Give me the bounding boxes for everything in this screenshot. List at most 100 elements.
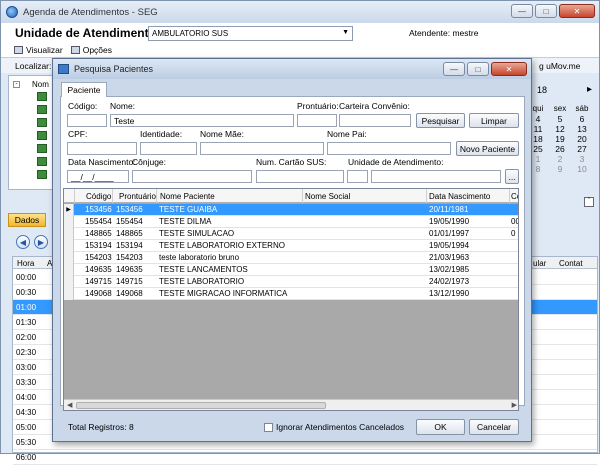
identidade-input[interactable] [140, 142, 197, 155]
dialog-minimize-button[interactable]: — [443, 62, 465, 76]
col-prontuario[interactable]: Prontuário [113, 189, 157, 203]
table-row[interactable]: 154203 154203 teste laboratorio bruno 21/03… [64, 252, 518, 264]
cell-prontuario: 149715 [116, 277, 143, 286]
table-row[interactable]: 149715 149715 TESTE LABORATORIO 24/02/1973 [64, 276, 518, 288]
scroll-thumb[interactable] [76, 402, 326, 409]
minimize-button[interactable]: — [511, 4, 533, 18]
schedule-row[interactable]: 06:00 [13, 450, 597, 465]
col-cod[interactable]: Cód [510, 189, 518, 203]
close-button[interactable]: ✕ [559, 4, 595, 18]
cell-codigo: 153456 [85, 205, 112, 214]
calendar-month: 18 [537, 85, 548, 95]
cell-prontuario: 153194 [116, 241, 143, 250]
conjuge-input[interactable] [132, 170, 252, 183]
calendar-day[interactable]: 20 [572, 134, 592, 144]
table-row[interactable]: 153194 153194 TESTE LABORATORIO EXTERNO 19/… [64, 240, 518, 252]
table-row[interactable]: 149635 149635 TESTE LANCAMENTOS 13/02/1985 [64, 264, 518, 276]
hora-header[interactable]: Hora [17, 259, 34, 268]
scroll-right-icon[interactable]: ▶ [512, 401, 517, 409]
patients-grid[interactable]: Código Prontuário Nome Paciente Nome Soc… [63, 188, 519, 411]
cell-data-nascimento: 19/05/1994 [429, 241, 470, 250]
scroll-left-icon[interactable]: ◀ [67, 401, 72, 409]
col-data-nascimento[interactable]: Data Nascimento [427, 189, 510, 203]
expand-icon[interactable]: - [13, 81, 20, 88]
tab-paciente[interactable]: Paciente [61, 82, 107, 97]
nome-pai-input[interactable] [327, 142, 451, 155]
cancelar-button[interactable]: Cancelar [469, 419, 519, 435]
codigo-input[interactable] [67, 114, 107, 127]
cell-data-nascimento: 21/03/1963 [429, 253, 470, 262]
schedule-time: 04:30 [16, 408, 37, 417]
col-codigo[interactable]: Código [75, 189, 113, 203]
table-row[interactable]: 149068 149068 TESTE MIGRACAO INFORMATICA 13… [64, 288, 518, 300]
schedule-time: 05:30 [16, 438, 37, 447]
table-row[interactable]: 148865 148865 TESTE SIMULACAO 01/01/1997 0 [64, 228, 518, 240]
prontuario-input[interactable] [297, 114, 337, 127]
data-nascimento-label: Data Nascimento: [68, 157, 136, 167]
table-row[interactable]: ▶ 153456 153456 TESTE GUAIBA 20/11/1981 [64, 204, 518, 216]
nome-input[interactable]: Teste [110, 114, 294, 127]
tree-node-root[interactable]: - Nom [13, 80, 49, 89]
calendar-day[interactable]: 26 [550, 144, 570, 154]
grid-corner [64, 189, 75, 203]
tree-view[interactable]: - Nom [8, 75, 58, 190]
identidade-label: Identidade: [140, 129, 183, 139]
collapse-icon[interactable]: ˆ [584, 197, 594, 207]
contato-header[interactable]: Contat [559, 259, 583, 268]
carteira-input[interactable] [339, 114, 411, 127]
tab-dados[interactable]: Dados [8, 213, 46, 227]
cpf-label: CPF: [68, 129, 88, 139]
calendar-day[interactable]: 10 [572, 164, 592, 174]
cpf-input[interactable] [67, 142, 137, 155]
unit-select[interactable]: AMBULATORIO SUS ▼ [148, 26, 353, 41]
dialog-icon [58, 64, 69, 74]
calendar-day[interactable]: 27 [572, 144, 592, 154]
col-nome-social[interactable]: Nome Social [303, 189, 427, 203]
col-nome-paciente[interactable]: Nome Paciente [157, 189, 303, 203]
cell-prontuario: 149635 [116, 265, 143, 274]
table-row[interactable]: 155454 155454 TESTE DILMA 19/05/1990 0000 [64, 216, 518, 228]
ignorar-cancelados-checkbox[interactable] [264, 423, 273, 432]
calendar-day[interactable]: 9 [550, 164, 570, 174]
row-indicator-icon [64, 264, 74, 276]
unidade-code-input[interactable] [347, 170, 368, 183]
schedule-time: 01:00 [16, 303, 37, 312]
cell-prontuario: 149068 [116, 289, 143, 298]
unit-row: Unidade de Atendimento AMBULATORIO SUS ▼… [1, 23, 599, 43]
opcoes-menu[interactable]: Opções [70, 45, 112, 55]
calendar-day[interactable]: 13 [572, 124, 592, 134]
data-nascimento-input[interactable]: __/__/____ [67, 170, 129, 183]
unidade-name-input[interactable] [371, 170, 501, 183]
leaf-icon [37, 144, 47, 153]
dialog-close-button[interactable]: ✕ [491, 62, 527, 76]
ok-button[interactable]: OK [416, 419, 465, 435]
calendar-day[interactable]: 3 [572, 154, 592, 164]
visualizar-menu[interactable]: Visualizar [14, 45, 63, 55]
unit-label: Unidade de Atendimento [15, 26, 156, 40]
calendar-day[interactable]: 12 [550, 124, 570, 134]
limpar-button[interactable]: Limpar [469, 113, 519, 128]
previous-icon[interactable]: ◀ [16, 235, 30, 249]
tree-node-label: Nom [32, 80, 49, 89]
atendente-label: Atendente: mestre [409, 28, 479, 38]
calendar-day[interactable]: 2 [550, 154, 570, 164]
novo-paciente-button[interactable]: Novo Paciente [456, 141, 519, 156]
schedule-time: 00:00 [16, 273, 37, 282]
calendar-day[interactable]: 5 [550, 114, 570, 124]
dialog-maximize-button[interactable]: □ [467, 62, 489, 76]
cell-data-nascimento: 20/11/1981 [429, 205, 469, 214]
nome-mae-input[interactable] [200, 142, 324, 155]
celular-header[interactable]: ular [533, 259, 546, 268]
grid-horizontal-scrollbar[interactable]: ◀ ▶ [64, 399, 518, 410]
cell-prontuario: 154203 [116, 253, 143, 262]
next-icon[interactable]: ▶ [34, 235, 48, 249]
calendar-next-icon[interactable]: ▸ [587, 84, 592, 95]
cartao-sus-input[interactable] [256, 170, 344, 183]
pesquisar-button[interactable]: Pesquisar [416, 113, 465, 128]
calendar-day[interactable]: 6 [572, 114, 592, 124]
unidade-lookup-button[interactable]: ... [505, 169, 519, 184]
umov-link[interactable]: g uMov.me [539, 61, 580, 71]
schedule-time: 03:30 [16, 378, 37, 387]
calendar-day[interactable]: 19 [550, 134, 570, 144]
maximize-button[interactable]: □ [535, 4, 557, 18]
